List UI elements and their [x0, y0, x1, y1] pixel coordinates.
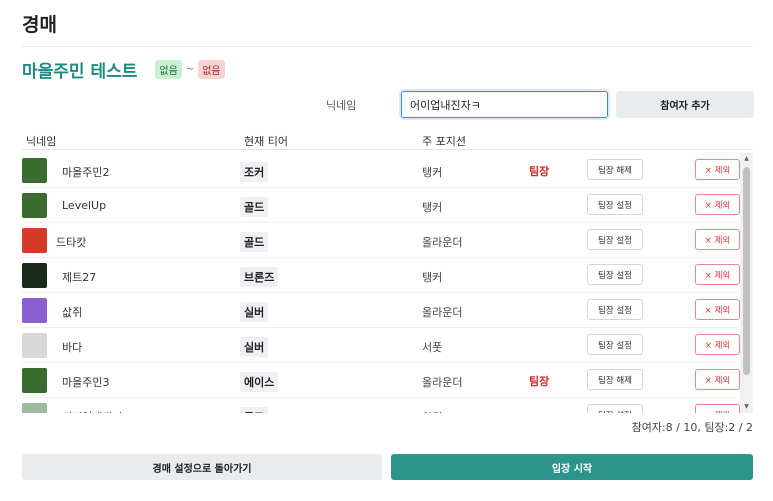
frog-avatar [22, 368, 47, 393]
participant-position: 올라운더 [422, 236, 463, 249]
participant-row: 제트27 브론즈 탱커 팀장 설정 × 제외 [22, 258, 740, 293]
remove-participant-button[interactable]: × 제외 [695, 194, 740, 215]
remove-participant-button[interactable]: × 제외 [695, 229, 740, 250]
participant-nickname: 바다 [62, 341, 83, 354]
participant-row: 바다 실버 서폿 팀장 설정 × 제외 [22, 328, 740, 363]
participant-tier: 조커 [240, 162, 269, 182]
set-leader-button[interactable]: 팀장 설정 [587, 404, 643, 413]
participant-nickname: 제트27 [62, 271, 97, 284]
unset-leader-button[interactable]: 팀장 해제 [587, 369, 643, 390]
scroll-down-arrow-icon[interactable]: ▼ [740, 401, 753, 413]
column-header-tier: 현재 티어 [244, 135, 288, 148]
participant-position: 탱커 [422, 166, 443, 179]
participant-row: LevelUp 골드 탱커 팀장 설정 × 제외 [22, 188, 740, 223]
auction-name: 마을주민 테스트 [22, 61, 138, 82]
team-leader-badge: 팀장 [529, 375, 550, 388]
participant-tier: 실버 [240, 302, 269, 322]
dark-avatar [22, 263, 47, 288]
scroll-thumb[interactable] [743, 167, 750, 375]
start-time-badge: 없음 [155, 59, 182, 79]
participant-nickname: 마을주민2 [62, 166, 110, 179]
remove-participant-button[interactable]: × 제외 [695, 369, 740, 390]
start-entry-button[interactable]: 입장 시작 [391, 454, 753, 480]
participant-position: 올라운더 [422, 376, 463, 389]
participant-tier: 에이스 [240, 372, 279, 392]
participant-position: 서폿 [422, 341, 443, 354]
set-leader-button[interactable]: 팀장 설정 [587, 264, 643, 285]
participant-nickname: 드타캇 [56, 236, 87, 249]
participant-tier: 골드 [240, 197, 269, 217]
remove-participant-button[interactable]: × 제외 [695, 159, 740, 180]
unset-leader-button[interactable]: 팀장 해제 [587, 159, 643, 180]
participant-tier: 브론즈 [240, 267, 279, 287]
light-avatar [22, 333, 47, 358]
column-header-nickname: 닉네임 [26, 135, 57, 148]
participant-row: 마을주민2 조커 탱커 팀장 팀장 해제 × 제외 [22, 153, 740, 188]
participant-position: 올라운더 [422, 306, 463, 319]
participant-nickname: 삾쥐 [62, 306, 83, 319]
remove-participant-button[interactable]: × 제외 [695, 404, 740, 413]
sprite-avatar [22, 403, 47, 413]
participant-row: 어이업내진자 골드 원딜 팀장 설정 × 제외 [22, 398, 740, 413]
set-leader-button[interactable]: 팀장 설정 [587, 299, 643, 320]
participant-tier: 실버 [240, 337, 269, 357]
back-to-settings-button[interactable]: 경매 설정으로 돌아가기 [22, 454, 382, 480]
participant-tier: 골드 [240, 232, 269, 252]
participant-summary: 참여자:8 / 10, 팀장:2 / 2 [631, 421, 753, 434]
frog-avatar [22, 158, 47, 183]
remove-participant-button[interactable]: × 제외 [695, 264, 740, 285]
nickname-label: 닉네임 [326, 99, 357, 112]
add-participant-button[interactable]: 참여자 추가 [616, 91, 754, 118]
auction-info: 마을주민 테스트 없음 ~ 없음 [22, 58, 225, 82]
participant-position: 원딜 [422, 409, 442, 413]
participant-row: 드타캇 골드 올라운더 팀장 설정 × 제외 [22, 223, 740, 258]
participant-nickname: 어이업내진자 [62, 409, 123, 413]
scrollbar[interactable]: ▲ ▼ [740, 153, 753, 413]
participant-position: 탱커 [422, 271, 443, 284]
set-leader-button[interactable]: 팀장 설정 [587, 229, 643, 250]
end-time-badge: 없음 [198, 59, 225, 79]
participant-position: 탱커 [422, 201, 443, 214]
participant-row: 마을주민3 에이스 올라운더 팀장 팀장 해제 × 제외 [22, 363, 740, 398]
range-separator: ~ [185, 63, 195, 75]
remove-participant-button[interactable]: × 제외 [695, 334, 740, 355]
remove-participant-button[interactable]: × 제외 [695, 299, 740, 320]
nickname-input[interactable] [401, 91, 608, 118]
participant-nickname: 마을주민3 [62, 376, 110, 389]
team-leader-badge: 팀장 [529, 165, 550, 178]
table-header: 닉네임 현재 티어 주 포지션 [22, 128, 753, 150]
page-title: 경매 [22, 14, 57, 36]
scroll-up-arrow-icon[interactable]: ▲ [740, 153, 753, 165]
participant-list[interactable]: 마을주민2 조커 탱커 팀장 팀장 해제 × 제외 LevelUp 골드 탱커 팀장 설정 × 제외… [22, 153, 753, 413]
person-avatar [22, 228, 47, 253]
purple-avatar [22, 298, 47, 323]
participant-row: 삾쥐 실버 올라운더 팀장 설정 × 제외 [22, 293, 740, 328]
set-leader-button[interactable]: 팀장 설정 [587, 194, 643, 215]
participant-tier: 골드 [240, 407, 269, 413]
frog-avatar [22, 193, 47, 218]
title-divider [22, 46, 753, 47]
set-leader-button[interactable]: 팀장 설정 [587, 334, 643, 355]
column-header-position: 주 포지션 [422, 135, 466, 148]
participant-nickname: LevelUp [62, 199, 107, 212]
